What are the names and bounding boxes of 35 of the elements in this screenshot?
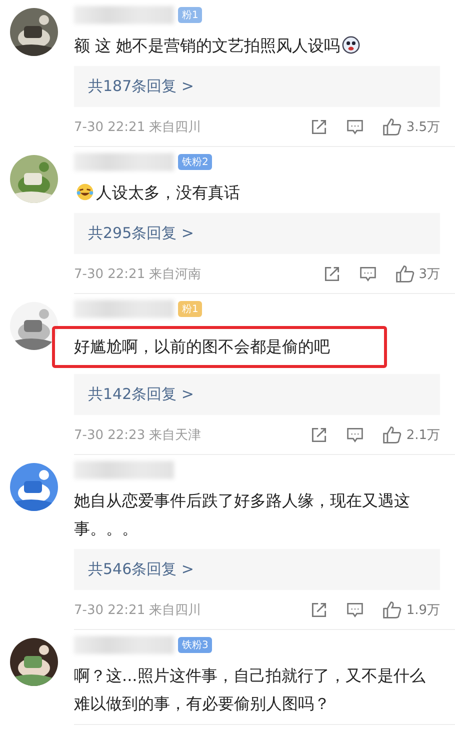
comment-text: 她自从恋爱事件后跌了好多路人缘，现在又遇这事。。。 xyxy=(74,490,411,540)
share-icon[interactable] xyxy=(310,426,328,444)
thumbs-up-icon xyxy=(394,264,415,283)
reply-count-link[interactable]: 共142条回复 > xyxy=(74,374,440,415)
comment-icon[interactable] xyxy=(358,264,377,282)
like-button[interactable]: 3万 xyxy=(394,264,440,283)
like-button[interactable]: 1.9万 xyxy=(382,600,440,619)
share-icon[interactable] xyxy=(310,600,328,618)
thumbs-up-icon xyxy=(382,117,402,136)
comment-text: 额 这 她不是营销的文艺拍照风人设吗 xyxy=(74,32,440,60)
thumbs-up-icon xyxy=(382,600,402,619)
reply-count-link[interactable]: 共546条回复 > xyxy=(74,549,440,590)
face-emoji-icon xyxy=(342,36,360,54)
comment-text: 人设太多，没有真话 xyxy=(74,179,440,207)
comment-text: 啊？这...照片这件事，自己拍就行了，又不是什么难以做到的事，有必要偷别人图吗？ xyxy=(74,665,426,715)
laughing-emoji-icon xyxy=(76,183,94,201)
reply-count-link[interactable]: 共295条回复 > xyxy=(74,213,440,254)
fan-badge: 铁粉2 xyxy=(178,154,212,170)
like-button[interactable]: 2.1万 xyxy=(382,425,440,444)
comment-time-location: 7-30 22:21 来自河南 xyxy=(74,266,202,282)
share-icon[interactable] xyxy=(310,118,328,136)
comment-text: 好尴尬啊，以前的图不会都是偷的吧 xyxy=(74,336,331,358)
like-button[interactable]: 3.5万 xyxy=(382,117,440,136)
comment-time-location: 7-30 22:21 来自四川 xyxy=(74,118,202,136)
share-icon[interactable] xyxy=(322,264,341,282)
comment-icon[interactable] xyxy=(346,118,364,136)
comment-time-location: 7-30 22:23 来自天津 xyxy=(74,426,202,444)
comment-time-location: 7-30 22:21 来自四川 xyxy=(74,602,202,618)
fan-badge: 粉1 xyxy=(178,7,202,23)
reply-count-link[interactable]: 共187条回复 > xyxy=(74,66,440,107)
thumbs-up-icon xyxy=(382,425,402,444)
comment-icon[interactable] xyxy=(346,600,364,618)
comment-icon[interactable] xyxy=(346,426,364,444)
fan-badge: 铁粉3 xyxy=(178,637,212,653)
fan-badge: 粉1 xyxy=(178,301,202,317)
